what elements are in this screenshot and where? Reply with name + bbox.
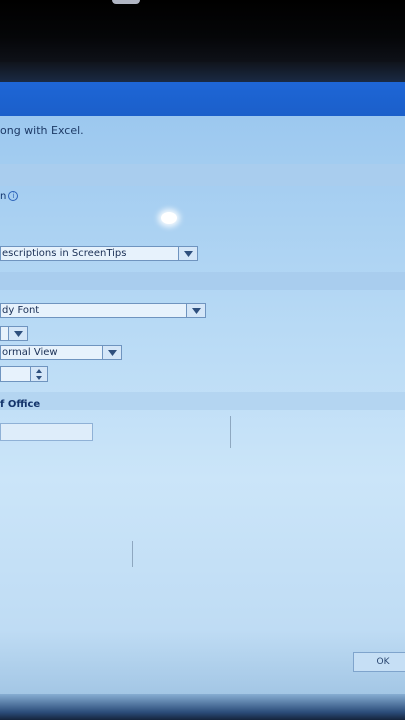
section-header-band <box>0 272 405 290</box>
section-header-band <box>0 164 405 186</box>
screen-bottom-edge <box>0 694 405 720</box>
default-font-select[interactable]: dy Font <box>0 303 206 318</box>
default-font-value: dy Font <box>2 305 40 316</box>
screentip-style-select[interactable]: escriptions in ScreenTips <box>0 246 198 261</box>
chevron-down-icon[interactable] <box>186 304 205 317</box>
screentip-style-label: ni <box>0 191 19 202</box>
dialog-titlebar <box>0 82 405 116</box>
light-reflection <box>161 212 177 224</box>
screen-mark <box>132 541 133 567</box>
user-name-input[interactable] <box>0 423 93 441</box>
section-header-band <box>0 392 405 410</box>
spin-updown-icon[interactable] <box>30 367 47 381</box>
screentip-style-label-text: n <box>0 191 7 202</box>
chevron-down-icon[interactable] <box>8 327 27 340</box>
sheet-count-spinner[interactable] <box>0 366 48 382</box>
screen-top-edge <box>0 62 405 82</box>
default-view-select[interactable]: ormal View <box>0 345 122 360</box>
excel-options-dialog: ong with Excel. ni escriptions in Screen… <box>0 116 405 720</box>
monitor-bezel <box>0 0 405 62</box>
default-view-value: ormal View <box>2 347 58 358</box>
info-icon: i <box>8 191 19 201</box>
light-reflection <box>112 0 140 4</box>
font-size-select[interactable] <box>0 326 28 341</box>
office-section-label: f Office <box>0 399 41 410</box>
chevron-down-icon[interactable] <box>178 247 197 260</box>
screentip-style-value: escriptions in ScreenTips <box>2 248 127 259</box>
ok-button[interactable]: OK <box>353 652 405 672</box>
intro-text: ong with Excel. <box>0 124 84 137</box>
chevron-down-icon[interactable] <box>102 346 121 359</box>
screen-mark <box>230 416 231 448</box>
